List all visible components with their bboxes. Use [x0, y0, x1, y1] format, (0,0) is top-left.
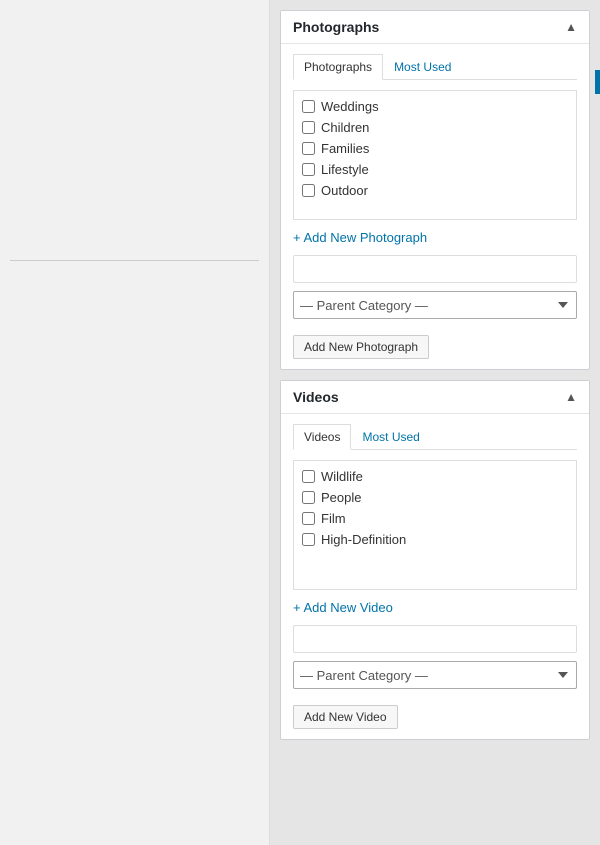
list-item[interactable]: Families — [302, 141, 568, 156]
photographs-collapse-icon[interactable]: ▲ — [565, 20, 577, 34]
left-panel — [0, 0, 270, 845]
category-label-children: Children — [321, 120, 369, 135]
add-new-photograph-button[interactable]: Add New Photograph — [293, 335, 429, 359]
photographs-widget-title: Photographs — [293, 19, 379, 35]
category-checkbox-children[interactable] — [302, 121, 315, 134]
category-label-weddings: Weddings — [321, 99, 379, 114]
category-label-people: People — [321, 490, 361, 505]
tab-photographs[interactable]: Photographs — [293, 54, 383, 80]
category-checkbox-lifestyle[interactable] — [302, 163, 315, 176]
list-item[interactable]: People — [302, 490, 568, 505]
category-label-wildlife: Wildlife — [321, 469, 363, 484]
tab-photographs-most-used[interactable]: Most Used — [383, 54, 462, 80]
new-video-input[interactable] — [293, 625, 577, 653]
category-label-outdoor: Outdoor — [321, 183, 368, 198]
new-photograph-input[interactable] — [293, 255, 577, 283]
list-item[interactable]: Weddings — [302, 99, 568, 114]
videos-widget: Videos ▲ Videos Most Used Wildlife Peopl… — [280, 380, 590, 740]
parent-category-select-photographs[interactable]: — Parent Category — — [293, 291, 577, 319]
photographs-category-list: Weddings Children Families Lifestyle Out… — [293, 90, 577, 220]
list-item[interactable]: Outdoor — [302, 183, 568, 198]
category-checkbox-families[interactable] — [302, 142, 315, 155]
category-checkbox-outdoor[interactable] — [302, 184, 315, 197]
photographs-widget-body: Photographs Most Used Weddings Children … — [281, 44, 589, 369]
list-item[interactable]: Lifestyle — [302, 162, 568, 177]
category-checkbox-people[interactable] — [302, 491, 315, 504]
parent-category-wrapper: — Parent Category — — [293, 291, 577, 327]
add-new-video-link[interactable]: + Add New Video — [293, 600, 577, 615]
photographs-widget-header: Photographs ▲ — [281, 11, 589, 44]
videos-collapse-icon[interactable]: ▲ — [565, 390, 577, 404]
videos-widget-body: Videos Most Used Wildlife People Film — [281, 414, 589, 739]
photographs-tabs: Photographs Most Used — [293, 54, 577, 80]
category-checkbox-high-definition[interactable] — [302, 533, 315, 546]
tab-videos-most-used[interactable]: Most Used — [351, 424, 430, 450]
category-checkbox-weddings[interactable] — [302, 100, 315, 113]
add-new-photograph-link[interactable]: + Add New Photograph — [293, 230, 577, 245]
category-label-lifestyle: Lifestyle — [321, 162, 369, 177]
videos-tabs: Videos Most Used — [293, 424, 577, 450]
parent-category-select-videos[interactable]: — Parent Category — — [293, 661, 577, 689]
add-new-video-button[interactable]: Add New Video — [293, 705, 398, 729]
list-item[interactable]: Children — [302, 120, 568, 135]
list-item[interactable]: High-Definition — [302, 532, 568, 547]
videos-widget-header: Videos ▲ — [281, 381, 589, 414]
right-panel: Photographs ▲ Photographs Most Used Wedd… — [270, 0, 600, 770]
video-parent-category-wrapper: — Parent Category — — [293, 661, 577, 697]
tab-videos[interactable]: Videos — [293, 424, 351, 450]
category-checkbox-film[interactable] — [302, 512, 315, 525]
category-checkbox-wildlife[interactable] — [302, 470, 315, 483]
category-label-film: Film — [321, 511, 346, 526]
videos-widget-title: Videos — [293, 389, 339, 405]
photographs-widget: Photographs ▲ Photographs Most Used Wedd… — [280, 10, 590, 370]
list-item[interactable]: Wildlife — [302, 469, 568, 484]
list-item[interactable]: Film — [302, 511, 568, 526]
category-label-families: Families — [321, 141, 369, 156]
videos-category-list: Wildlife People Film High-Definition — [293, 460, 577, 590]
category-label-high-definition: High-Definition — [321, 532, 406, 547]
